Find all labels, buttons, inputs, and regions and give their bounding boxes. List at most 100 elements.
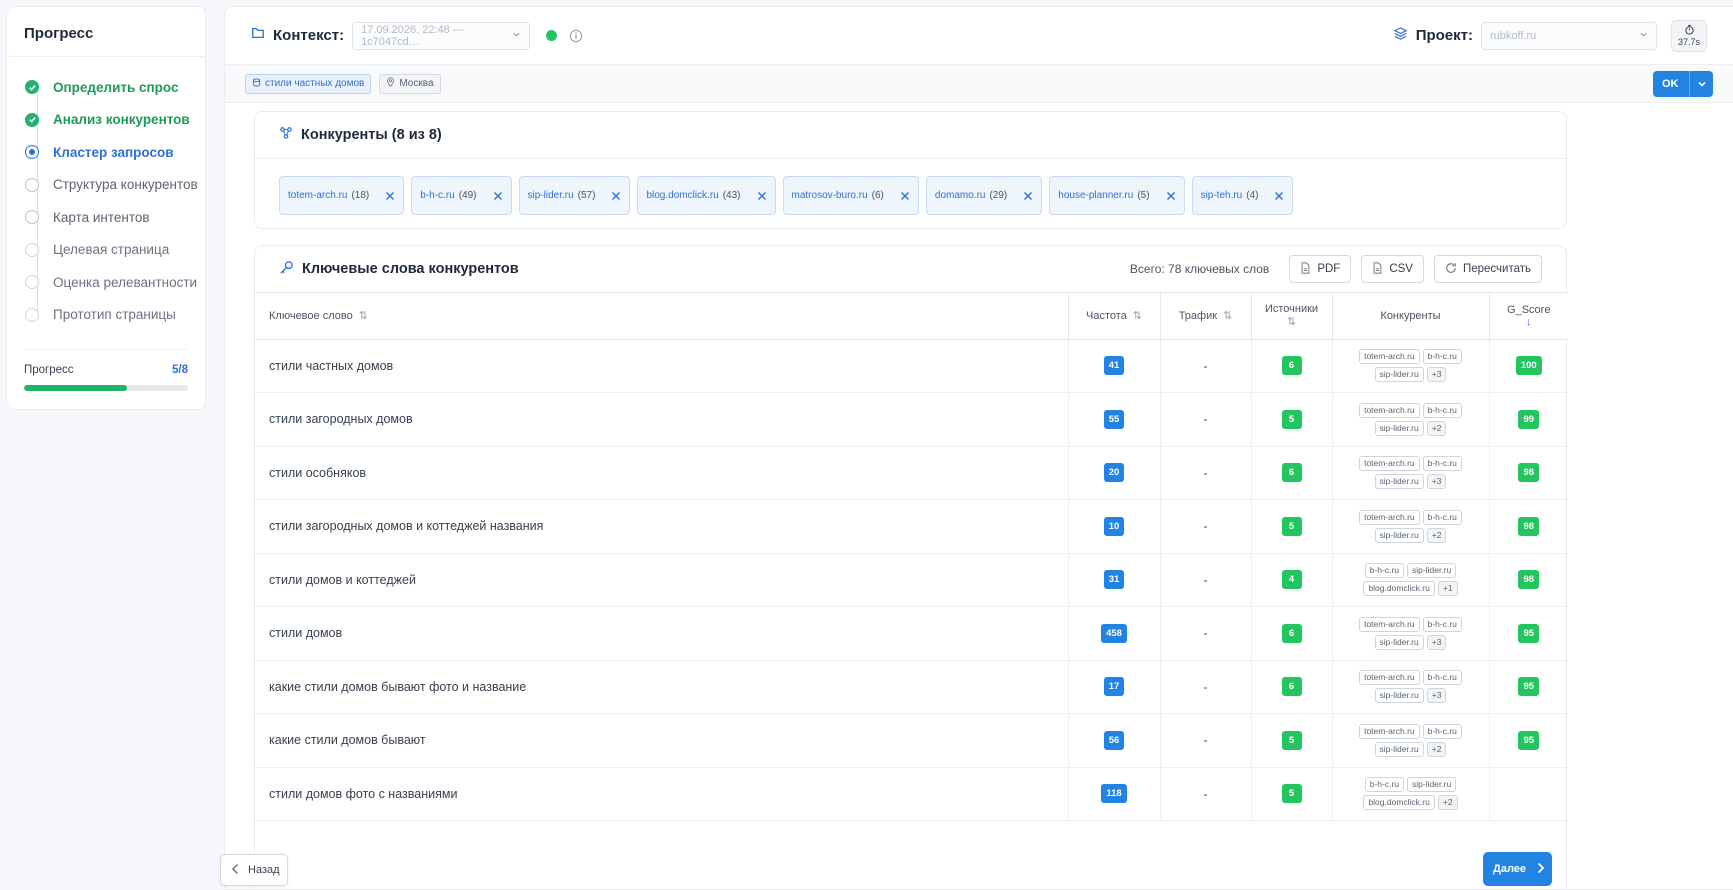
ok-dropdown-button[interactable]: OK — [1653, 70, 1713, 97]
more-tag[interactable]: +2 — [1426, 527, 1447, 543]
table-row[interactable]: стили домов фото с названиями 118 - 5 b-h-c.… — [255, 767, 1568, 821]
score-cell: 98 — [1489, 499, 1568, 554]
freq-cell: 20 — [1068, 446, 1161, 500]
column-score[interactable]: G_Score ↓ — [1489, 293, 1569, 340]
close-icon[interactable] — [757, 191, 767, 201]
competitor-tag: totem-arch.ru — [1359, 349, 1420, 365]
more-tag[interactable]: +2 — [1437, 795, 1458, 811]
column-freq[interactable]: Частота ⇅ — [1068, 293, 1161, 340]
competitor-domain: matrosov-buro.ru — [791, 190, 868, 201]
step-item[interactable]: Определить спрос — [25, 71, 205, 104]
competitor-count: (49) — [458, 190, 477, 201]
more-tag[interactable]: +3 — [1426, 367, 1447, 383]
close-icon[interactable] — [1274, 191, 1284, 201]
sources-badge: 5 — [1281, 730, 1302, 750]
export-csv-button[interactable]: CSV — [1361, 255, 1424, 283]
competitor-chip[interactable]: sip-teh.ru (4) — [1191, 176, 1294, 215]
score-badge: 99 — [1518, 409, 1540, 429]
competitor-tag: totem-arch.ru — [1359, 670, 1420, 686]
status-indicator — [546, 30, 558, 41]
next-button-label: Далее — [1493, 863, 1527, 875]
table-row[interactable]: стили домов 458 - 6 totem-arch.ru b-h-c.ru sip… — [255, 606, 1568, 661]
sources-badge: 4 — [1281, 570, 1302, 590]
table-row[interactable]: стили домов и коттеджей 31 - 4 b-h-c.ru sip-l… — [255, 553, 1568, 607]
keyword-cell: стили частных домов — [255, 339, 1069, 393]
competitor-chip[interactable]: totem-arch.ru (18) — [279, 176, 405, 215]
table-row[interactable]: какие стили домов бывают 56 - 5 totem-arch.r… — [255, 713, 1568, 768]
step-item[interactable]: Прототип страницы — [25, 299, 205, 332]
chevron-down-icon — [512, 30, 521, 42]
keyword-cell: стили домов и коттеджей — [255, 553, 1069, 607]
export-pdf-button[interactable]: PDF — [1289, 255, 1352, 283]
sort-icon[interactable]: ⇅ — [1133, 310, 1142, 322]
table-row[interactable]: стили загородных домов 55 - 5 totem-arch.ru b… — [255, 392, 1568, 447]
map-pin-icon — [386, 77, 395, 90]
step-item[interactable]: Целевая страница — [25, 234, 205, 267]
close-icon[interactable] — [1023, 191, 1033, 201]
column-competitors: Конкуренты — [1332, 293, 1490, 340]
project-select[interactable]: rubkoff.ru — [1481, 21, 1657, 50]
competitor-chip[interactable]: b-h-c.ru (49) — [411, 176, 512, 215]
freq-cell: 17 — [1068, 660, 1161, 714]
step-item[interactable]: Оценка релевантности — [25, 266, 205, 299]
sort-icon[interactable]: ⇅ — [1252, 315, 1332, 328]
close-icon[interactable] — [1166, 191, 1176, 201]
close-icon[interactable] — [385, 191, 395, 201]
context-select[interactable]: 17.09.2026, 22:48 — 1c7047cd… — [352, 21, 531, 50]
region-chip[interactable]: Москва — [379, 73, 441, 94]
close-icon[interactable] — [493, 191, 503, 201]
competitor-chip[interactable]: domamo.ru (29) — [925, 176, 1043, 215]
more-tag[interactable]: +2 — [1426, 420, 1447, 436]
freq-cell: 56 — [1068, 713, 1161, 768]
step-item[interactable]: Кластер запросов — [25, 136, 205, 169]
timer-button[interactable]: 37.7s — [1671, 19, 1707, 52]
back-button[interactable]: Назад — [220, 854, 288, 886]
more-tag[interactable]: +2 — [1426, 741, 1447, 757]
competitor-count: (18) — [351, 190, 370, 201]
keywords-header: Ключевые слова конкурентов Всего: 78 клю… — [255, 246, 1566, 293]
traffic-value: - — [1203, 679, 1208, 694]
sort-icon[interactable]: ⇅ — [359, 310, 368, 322]
more-tag[interactable]: +1 — [1437, 581, 1458, 597]
more-tag[interactable]: +3 — [1426, 474, 1447, 490]
query-chip[interactable]: стили частных домов — [245, 73, 372, 94]
sort-desc-icon[interactable]: ↓ — [1490, 316, 1569, 328]
competitor-chip[interactable]: sip-lider.ru (57) — [518, 176, 631, 215]
sort-icon[interactable]: ⇅ — [1223, 310, 1232, 322]
competitor-count: (6) — [871, 190, 884, 201]
back-button-label: Назад — [248, 864, 280, 876]
score-cell: 100 — [1489, 339, 1568, 393]
competitor-domain: domamo.ru — [934, 190, 986, 201]
table-row[interactable]: стили загородных домов и коттеджей назва… — [255, 499, 1568, 554]
competitor-chip[interactable]: blog.domclick.ru (43) — [637, 176, 776, 215]
check-circle-icon — [25, 80, 39, 95]
step-circle-icon — [25, 145, 39, 160]
score-cell — [1489, 767, 1568, 821]
competitor-chip[interactable]: house-planner.ru (5) — [1049, 176, 1185, 215]
more-tag[interactable]: +3 — [1426, 688, 1447, 704]
competitor-chip[interactable]: matrosov-buro.ru (6) — [782, 176, 919, 215]
column-sources[interactable]: Источники ⇅ — [1251, 293, 1333, 340]
close-icon[interactable] — [611, 191, 621, 201]
table-row[interactable]: какие стили домов бывают фото и название… — [255, 660, 1568, 714]
column-traffic[interactable]: Трафик ⇅ — [1160, 293, 1252, 340]
recalculate-button[interactable]: Пересчитать — [1433, 255, 1542, 283]
table-row[interactable]: стили частных домов 41 - 6 totem-arch.ru b-h-… — [255, 339, 1568, 393]
competitor-tag: sip-lider.ru — [1374, 634, 1424, 650]
competitor-tag: totem-arch.ru — [1359, 616, 1420, 632]
step-item[interactable]: Структура конкурентов — [25, 169, 205, 202]
competitor-tag: b-h-c.ru — [1422, 509, 1462, 525]
table-row[interactable]: стили особняков 20 - 6 totem-arch.ru b-h-c.ru… — [255, 446, 1568, 500]
step-item[interactable]: Карта интентов — [25, 201, 205, 234]
close-icon[interactable] — [900, 191, 910, 201]
chevron-down-icon[interactable] — [1689, 70, 1713, 97]
next-button[interactable]: Далее — [1483, 852, 1552, 886]
step-label: Кластер запросов — [53, 144, 174, 160]
step-item[interactable]: Анализ конкурентов — [25, 104, 205, 137]
more-tag[interactable]: +3 — [1426, 634, 1447, 650]
column-keyword[interactable]: Ключевое слово ⇅ — [255, 293, 1069, 340]
traffic-cell: - — [1160, 339, 1252, 393]
competitor-tag: blog.domclick.ru — [1363, 581, 1435, 597]
info-icon[interactable] — [569, 29, 583, 43]
sources-cell: 6 — [1251, 446, 1333, 500]
